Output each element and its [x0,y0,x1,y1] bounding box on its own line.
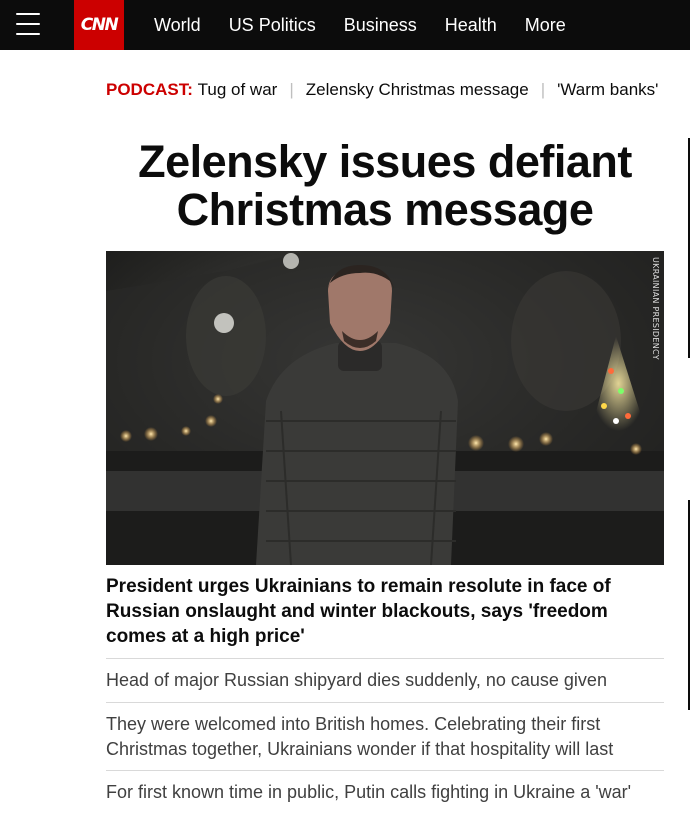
cnn-logo[interactable]: CNN [74,0,124,50]
logo-text: CNN [80,15,119,35]
podcast-ticker: PODCAST: Tug of war | Zelensky Christmas… [106,78,658,102]
nav-link-world[interactable]: World [154,15,201,36]
nav-link-health[interactable]: Health [445,15,497,36]
nav-link-us-politics[interactable]: US Politics [229,15,316,36]
nav-link-business[interactable]: Business [344,15,417,36]
image-credit: UKRAINIAN PRESIDENCY [651,257,660,360]
nav-link-more[interactable]: More [525,15,566,36]
related-link[interactable]: Head of major Russian shipyard dies sudd… [106,658,664,693]
ticker-item-zelensky-christmas[interactable]: Zelensky Christmas message [306,80,529,100]
ticker-separator: | [540,80,546,99]
ticker-item-warm-banks[interactable]: 'Warm banks' [557,80,658,100]
hero-image[interactable]: UKRAINIAN PRESIDENCY [106,251,664,565]
menu-icon[interactable] [16,13,40,35]
related-link[interactable]: They were welcomed into British homes. C… [106,702,664,762]
related-link[interactable]: For first known time in public, Putin ca… [106,770,664,805]
ticker-label: PODCAST: [106,80,193,99]
hero-photo [106,251,664,565]
ticker-item-tug-of-war[interactable]: Tug of war [198,80,278,100]
ticker-separator: | [289,80,294,99]
article-headline[interactable]: Zelensky issues defiant Christmas messag… [106,138,664,234]
hero-caption-link[interactable]: President urges Ukrainians to remain res… [106,574,664,649]
top-nav: CNN World US Politics Business Health Mo… [0,0,690,50]
nav-links: World US Politics Business Health More [140,0,580,50]
